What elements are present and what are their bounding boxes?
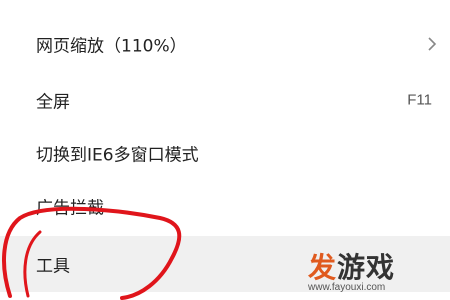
- menu-item-label: 切换到IE6多窗口模式: [36, 145, 199, 166]
- menu-item-ie6-mode[interactable]: 切换到IE6多窗口模式: [0, 127, 450, 179]
- menu-item-label: 网页缩放（110%）: [36, 36, 187, 57]
- watermark-rest: 游戏: [337, 251, 396, 284]
- menu-item-label: 工具: [36, 256, 70, 277]
- watermark-accent-char: 发: [308, 251, 338, 284]
- chevron-right-icon: [428, 37, 437, 51]
- context-menu: 网页缩放（110%） 全屏 F11 切换到IE6多窗口模式 广告拦截 工具 发游…: [0, 0, 450, 300]
- shortcut-label: F11: [407, 91, 432, 109]
- site-watermark: 发游戏 www.fayouxi.com: [308, 246, 443, 296]
- menu-item-adblock[interactable]: 广告拦截: [0, 180, 450, 232]
- watermark-logo: 发游戏: [308, 246, 395, 286]
- menu-item-zoom[interactable]: 网页缩放（110%）: [0, 18, 450, 70]
- menu-item-label: 广告拦截: [36, 198, 104, 219]
- watermark-url: www.fayouxi.com: [308, 282, 386, 293]
- menu-item-fullscreen[interactable]: 全屏 F11: [0, 74, 450, 126]
- menu-item-label: 全屏: [36, 92, 70, 113]
